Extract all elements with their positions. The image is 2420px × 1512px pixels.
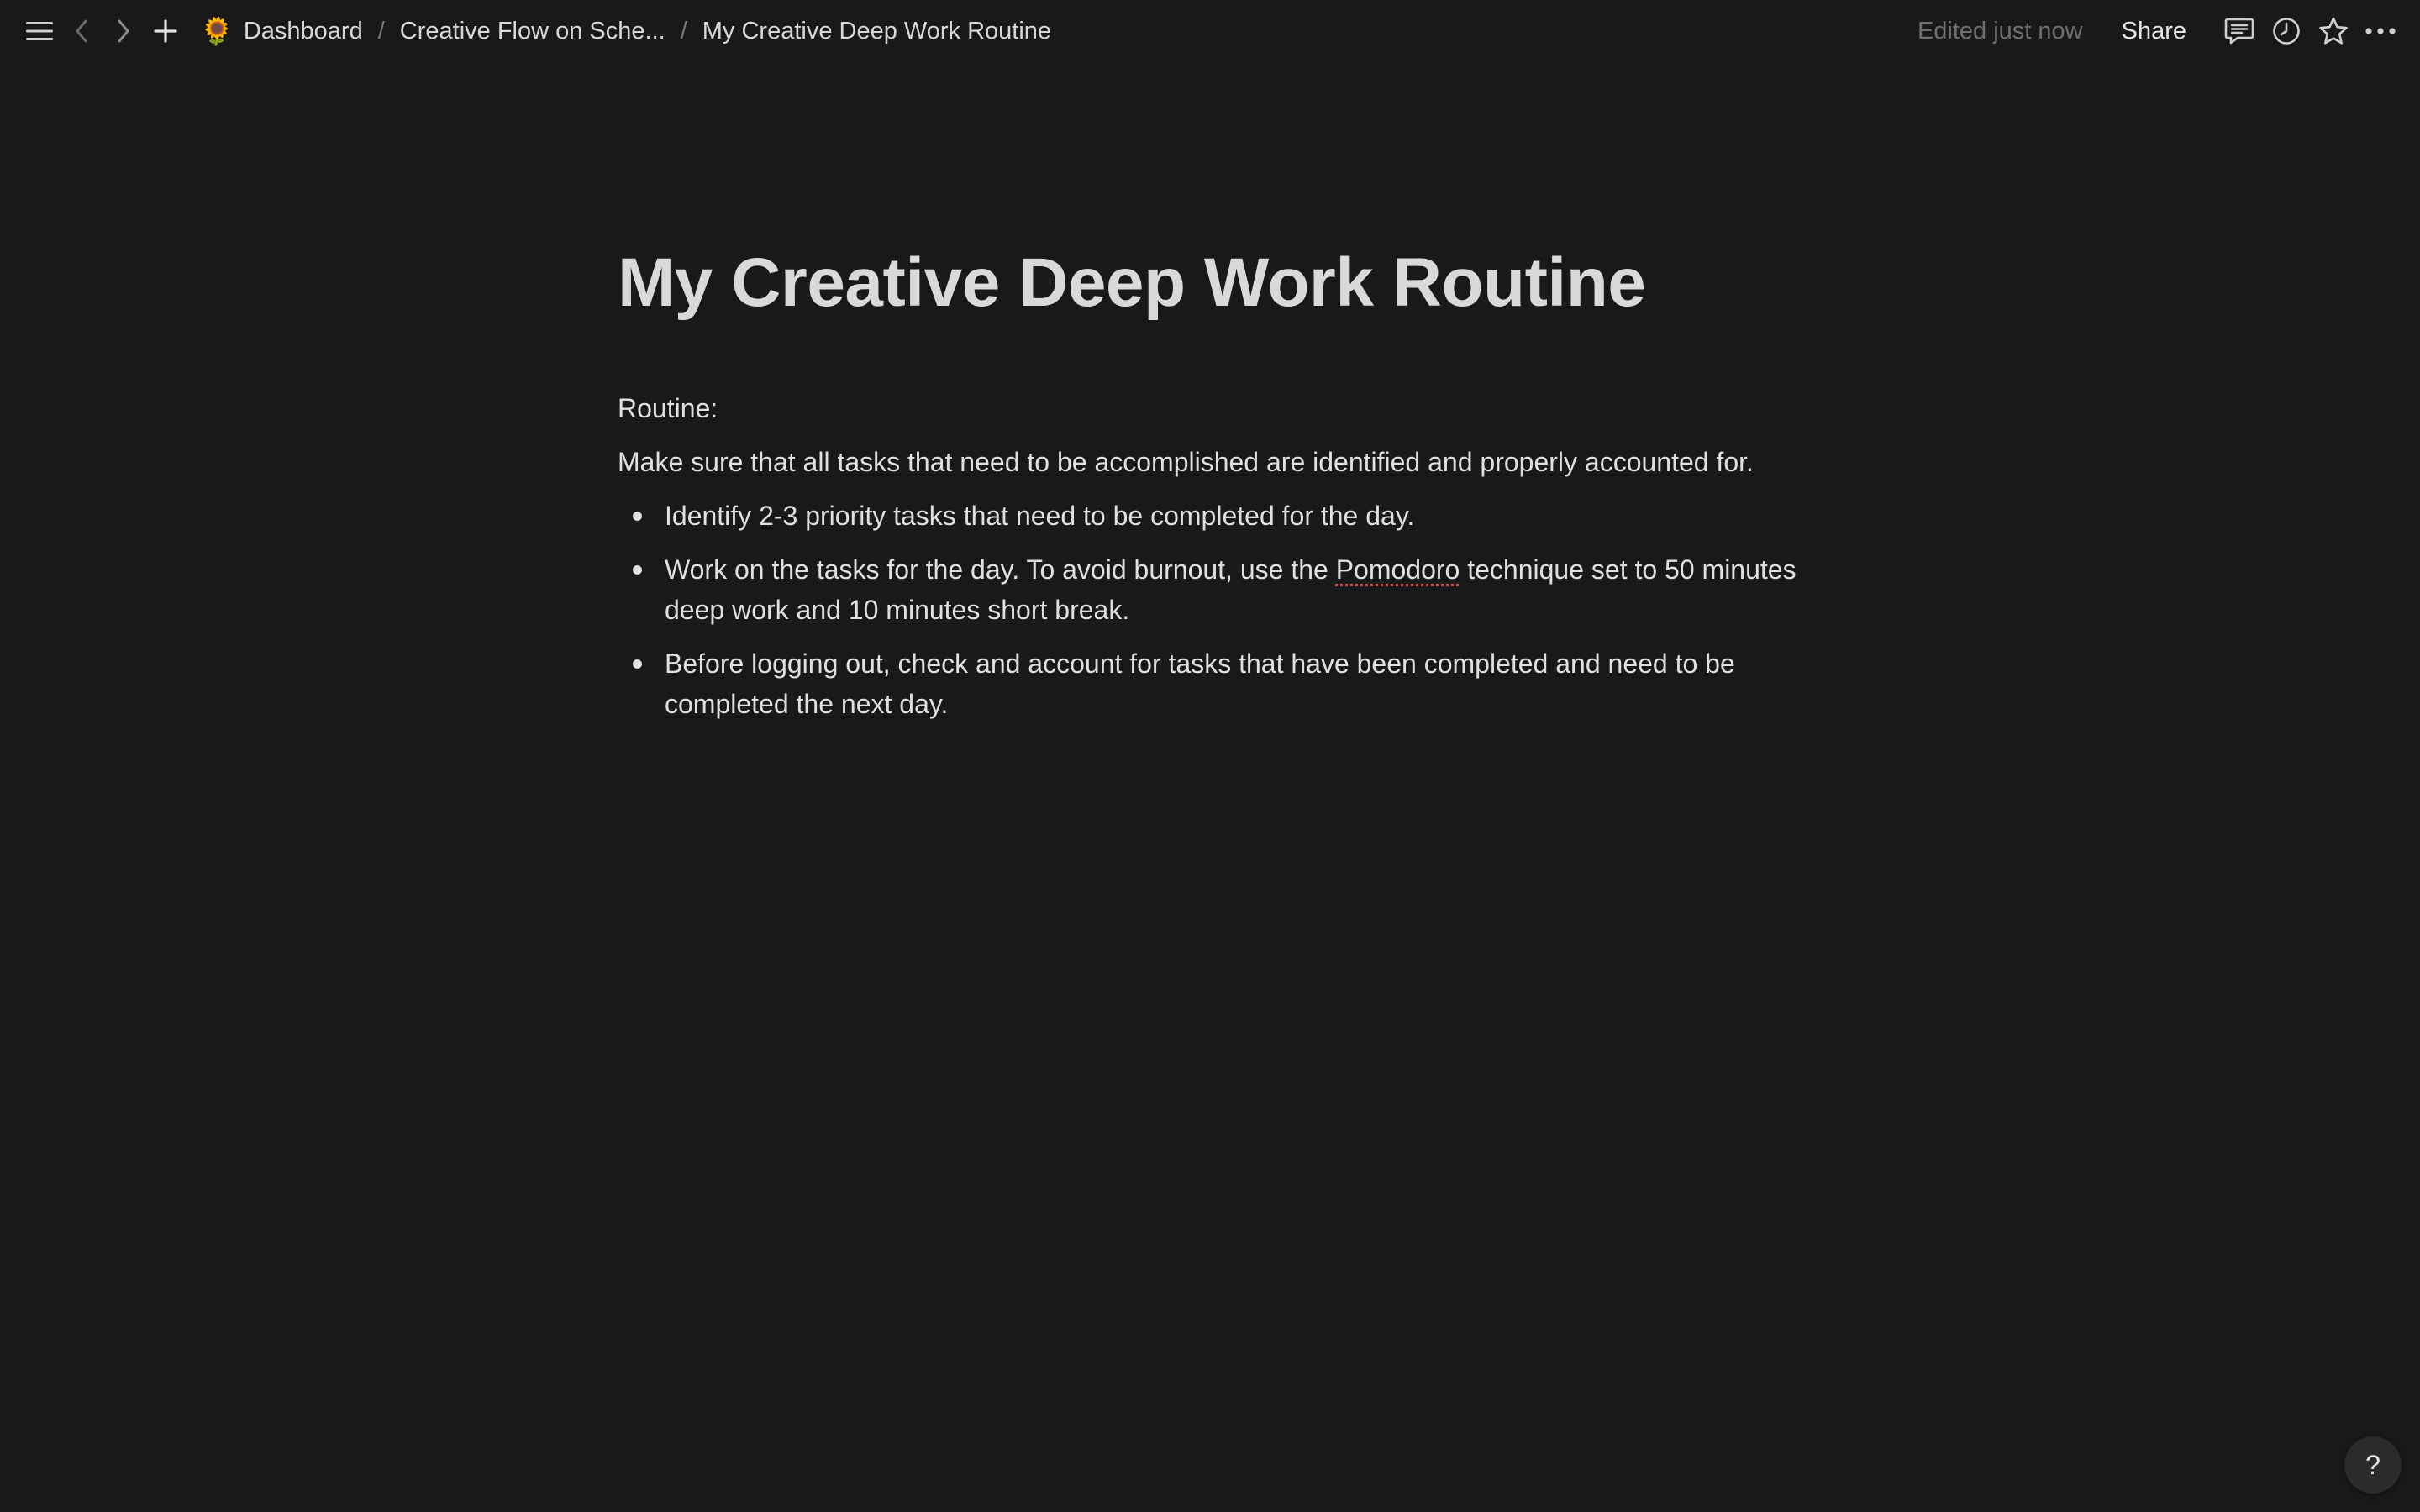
share-button[interactable]: Share — [2113, 13, 2195, 50]
chevron-right-icon[interactable] — [103, 10, 145, 52]
intro-paragraph[interactable]: Make sure that all tasks that need to be… — [618, 442, 1794, 482]
star-icon[interactable] — [2312, 10, 2354, 52]
bullet-list: Identify 2-3 priority tasks that need to… — [618, 496, 1797, 724]
bullet-icon — [633, 512, 642, 522]
page-content: My Creative Deep Work Routine Routine: M… — [618, 244, 1797, 738]
list-item-text: Before logging out, check and account fo… — [665, 648, 1735, 720]
spellcheck-word: Pomodoro — [1335, 554, 1460, 585]
list-item[interactable]: Before logging out, check and account fo… — [618, 643, 1799, 724]
bullet-icon — [633, 659, 642, 669]
breadcrumb-current-page[interactable]: My Creative Deep Work Routine — [696, 13, 1058, 50]
sunflower-icon: 🌻 — [200, 16, 234, 46]
help-button[interactable]: ? — [2344, 1436, 2402, 1494]
page-title[interactable]: My Creative Deep Work Routine — [618, 244, 1794, 323]
list-item-text: Identify 2-3 priority tasks that need to… — [665, 501, 1415, 532]
nav-controls — [18, 10, 187, 52]
routine-label[interactable]: Routine: — [618, 388, 1794, 428]
breadcrumb-creative-flow[interactable]: Creative Flow on Sche... — [393, 13, 672, 50]
more-icon[interactable] — [2360, 10, 2402, 52]
breadcrumb: 🌻 Dashboard / Creative Flow on Sche... /… — [193, 13, 1058, 50]
top-right-actions: Edited just now Share — [1918, 10, 2402, 52]
plus-icon[interactable] — [145, 10, 187, 52]
breadcrumb-dashboard[interactable]: 🌻 Dashboard — [193, 13, 370, 50]
breadcrumb-dashboard-label: Dashboard — [243, 17, 363, 45]
edited-status: Edited just now — [1917, 17, 2083, 45]
menu-icon[interactable] — [18, 10, 60, 52]
breadcrumb-separator: / — [680, 17, 687, 45]
list-item-text-part: Work on the tasks for the day. To avoid … — [665, 554, 1336, 585]
history-clock-icon[interactable] — [2265, 10, 2307, 52]
comment-icon[interactable] — [2218, 10, 2260, 52]
breadcrumb-separator: / — [377, 17, 385, 45]
list-item[interactable]: Identify 2-3 priority tasks that need to… — [618, 496, 1799, 536]
bullet-icon — [633, 565, 642, 575]
chevron-left-icon[interactable] — [60, 10, 103, 52]
list-item[interactable]: Work on the tasks for the day. To avoid … — [618, 549, 1799, 630]
top-bar: 🌻 Dashboard / Creative Flow on Sche... /… — [0, 0, 2420, 62]
